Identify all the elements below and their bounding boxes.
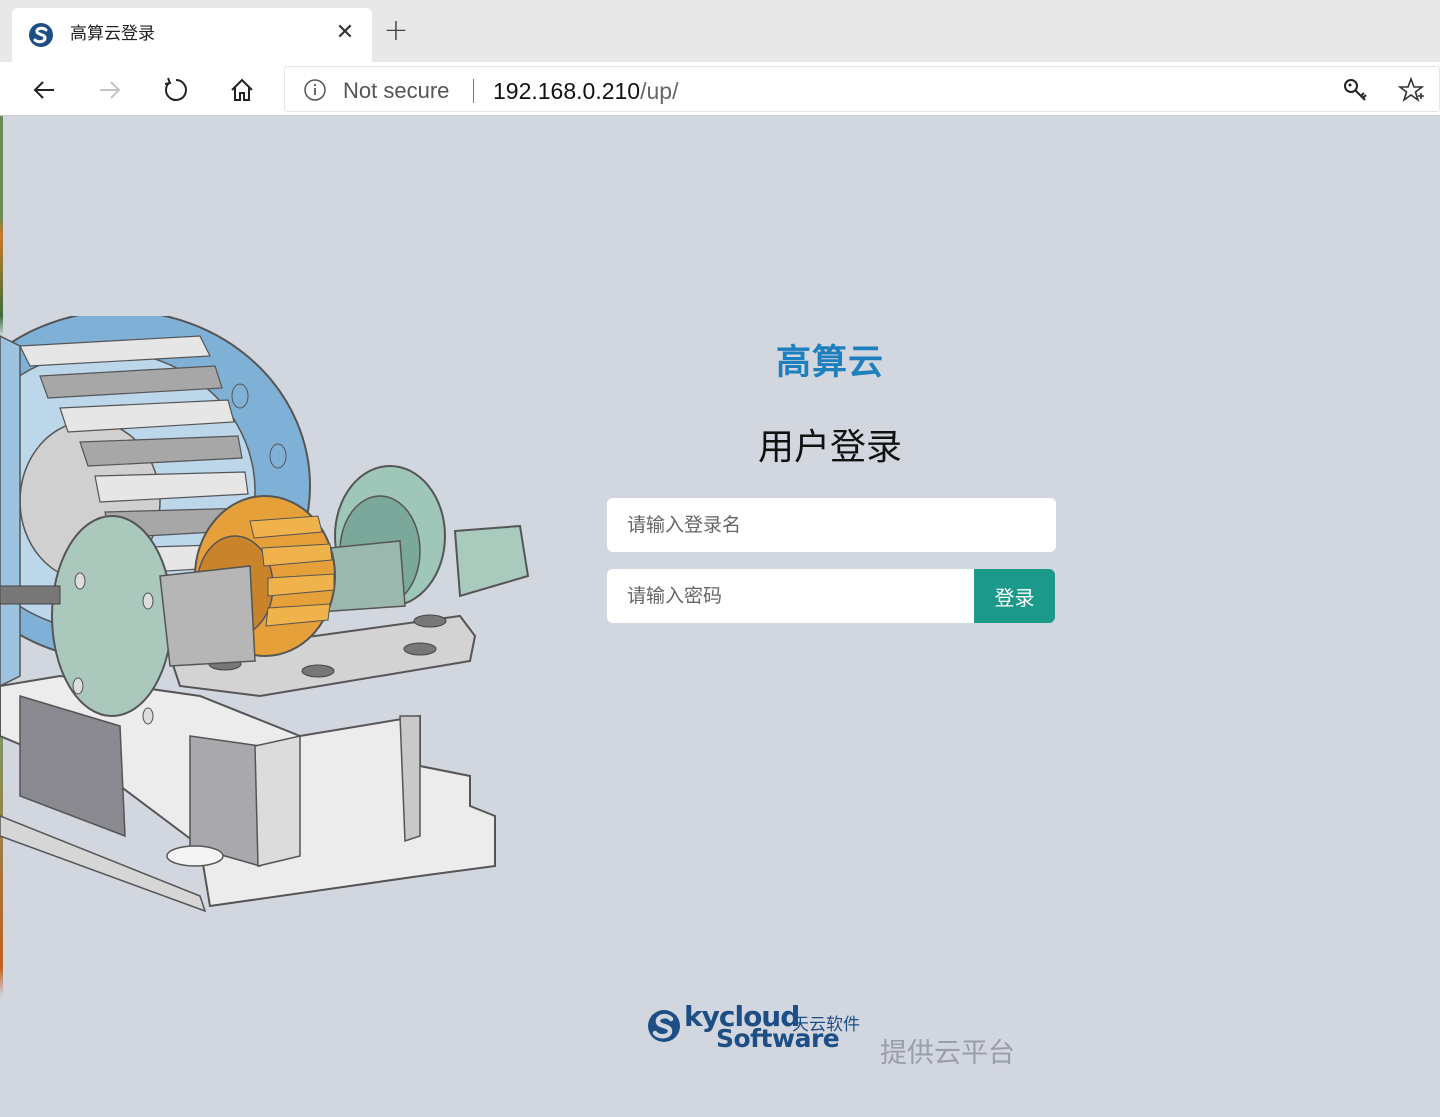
login-button[interactable]: 登录 <box>974 569 1055 623</box>
key-icon[interactable] <box>1341 76 1369 104</box>
url-host: 192.168.0.210 <box>493 78 641 104</box>
site-favicon-icon <box>29 23 53 47</box>
logo-text-software: Software <box>716 1024 840 1053</box>
refresh-icon <box>164 77 187 101</box>
new-tab-button[interactable]: + <box>380 16 412 48</box>
refresh-button[interactable] <box>156 70 196 110</box>
browser-toolbar: Not secure 192.168.0.210/up/ <box>0 62 1440 116</box>
gearbox-illustration <box>0 316 530 913</box>
browser-tab[interactable]: 高算云登录 ✕ <box>12 8 372 62</box>
app-title: 高算云 <box>775 343 884 383</box>
url-path: /up/ <box>640 78 679 104</box>
favorite-star-icon[interactable] <box>1397 76 1425 104</box>
home-button[interactable] <box>222 70 262 110</box>
arrow-left-icon <box>33 81 54 99</box>
forward-button[interactable] <box>90 70 130 110</box>
back-button[interactable] <box>24 70 64 110</box>
arrow-right-icon <box>100 81 121 99</box>
address-bar[interactable]: Not secure 192.168.0.210/up/ <box>284 66 1440 112</box>
provider-text: 提供云平台 <box>880 1038 1015 1069</box>
tab-title: 高算云登录 <box>70 24 155 44</box>
browser-tabstrip: 高算云登录 ✕ + <box>0 0 1440 62</box>
username-input[interactable] <box>607 498 1056 552</box>
kycloud-logo: kycloud 天云软件 Software <box>646 1000 876 1064</box>
info-icon[interactable] <box>303 78 327 102</box>
close-tab-icon[interactable]: ✕ <box>332 20 358 46</box>
password-input[interactable] <box>607 569 975 623</box>
kycloud-s-logo-icon <box>648 1010 680 1042</box>
address-divider <box>473 79 474 103</box>
url-text[interactable]: 192.168.0.210/up/ <box>493 77 678 105</box>
login-heading: 用户登录 <box>757 427 902 468</box>
home-icon <box>231 78 253 101</box>
security-status[interactable]: Not secure <box>343 77 449 105</box>
login-page: 高算云 用户登录 登录 kycloud 天云软件 Software 提供云平台 <box>0 116 1440 1117</box>
